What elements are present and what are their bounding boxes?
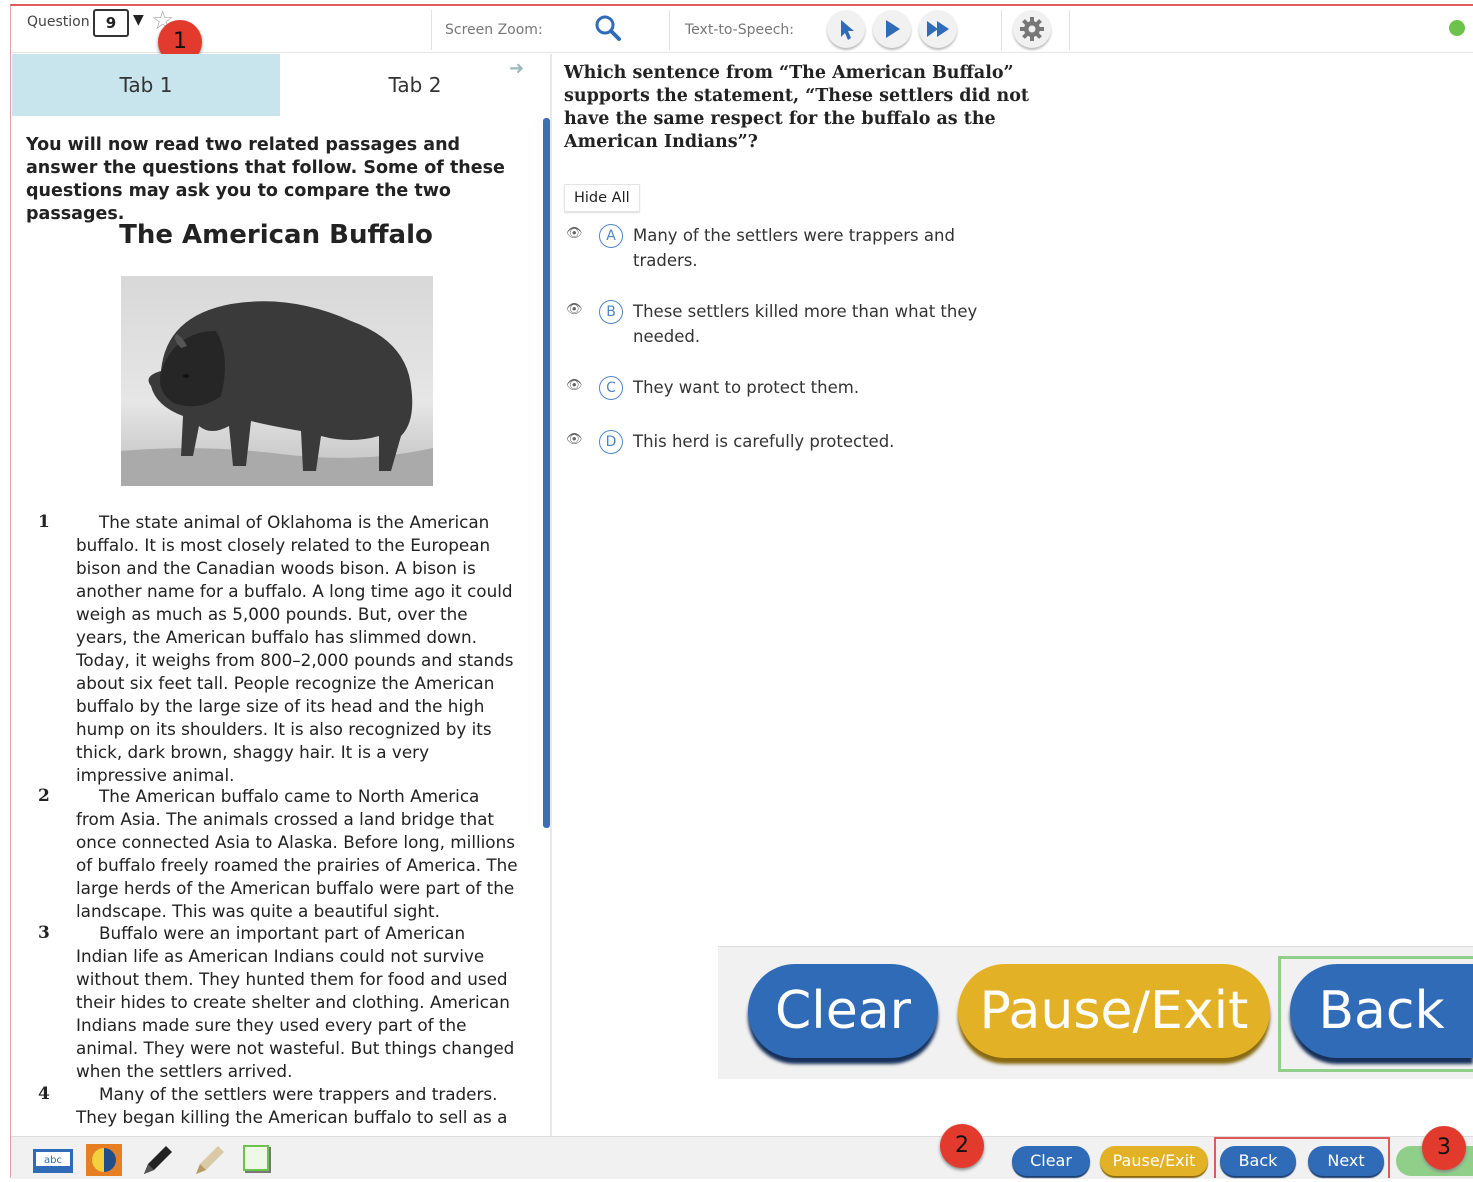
paragraph-line: thick, dark brown, shaggy hair. It is a … <box>76 742 430 762</box>
option-a-text[interactable]: traders. <box>633 248 1003 273</box>
paragraph-line: hump on its shoulders. It is also recogn… <box>76 719 492 739</box>
color-contrast-icon[interactable] <box>84 1142 124 1176</box>
pane-divider[interactable] <box>550 54 552 1136</box>
callout-marker-3: 3 <box>1422 1126 1466 1170</box>
clear-button[interactable]: Clear <box>1012 1146 1090 1176</box>
option-a-text[interactable]: Many of the settlers were trappers and <box>633 223 1003 248</box>
pencil-icon[interactable] <box>136 1142 176 1176</box>
pause-exit-button[interactable]: Pause/Exit <box>1100 1146 1208 1176</box>
option-d-text[interactable]: This herd is carefully protected. <box>633 429 1003 454</box>
tts-pointer-icon[interactable] <box>827 10 865 48</box>
gear-icon[interactable] <box>1013 10 1051 48</box>
tab-1[interactable]: Tab 1 <box>12 54 280 116</box>
option-b-text[interactable]: needed. <box>633 324 1003 349</box>
paragraph-line: Today, it weighs from 800–2,000 pounds a… <box>76 650 514 670</box>
paragraph-line: once connected Asia to Alaska. Before lo… <box>76 832 515 852</box>
paragraph-number: 1 <box>38 512 50 532</box>
search-icon[interactable] <box>589 9 627 47</box>
paragraph-line: their hides to create shelter and clothi… <box>76 992 510 1012</box>
text-to-speech-label: Text-to-Speech: <box>685 22 795 38</box>
paragraph-line: buffalo by the large size of its head an… <box>76 696 485 716</box>
svg-text:abc: abc <box>44 1155 62 1166</box>
buffalo-image <box>121 276 433 486</box>
question-stem: Which sentence from “The American Buffal… <box>564 63 1029 152</box>
option-b-radio[interactable]: B <box>599 300 623 324</box>
paragraph-line: from Asia. The animals crossed a land br… <box>76 809 494 829</box>
paragraph-number: 3 <box>38 923 50 943</box>
question-label: Question <box>27 14 90 30</box>
paragraph-line: of buffalo freely roamed the prairies of… <box>76 855 518 875</box>
paragraph-line: animal. They were not wasteful. But thin… <box>76 1038 515 1058</box>
option-b-text[interactable]: These settlers killed more than what the… <box>633 299 1003 324</box>
option-c-radio[interactable]: C <box>599 376 623 400</box>
eye-icon[interactable]: 👁 <box>566 432 583 447</box>
hide-all-button[interactable]: Hide All <box>564 184 640 212</box>
pause-exit-button-zoom[interactable]: Pause/Exit <box>958 964 1270 1058</box>
question-dropdown-arrow[interactable]: ▼ <box>133 12 144 28</box>
play-icon[interactable] <box>873 10 911 48</box>
paragraph-line: when the settlers arrived. <box>76 1061 293 1081</box>
option-c-text[interactable]: They want to protect them. <box>633 375 1003 400</box>
paragraph-line: Many of the settlers were trappers and t… <box>99 1084 498 1104</box>
highlight-outline <box>1278 956 1473 1072</box>
passage-title: The American Buffalo <box>119 220 433 250</box>
divider <box>431 10 432 50</box>
passage-scrollbar[interactable] <box>543 118 550 828</box>
divider <box>669 10 670 50</box>
paragraph-line: years, the American buffalo has slimmed … <box>76 627 477 647</box>
paragraph-line: weigh as much as 5,000 pounds. But, over… <box>76 604 468 624</box>
paragraph-line: landscape. This was quite a beautiful si… <box>76 901 440 921</box>
screen-zoom-label: Screen Zoom: <box>445 22 543 38</box>
clear-button-zoom[interactable]: Clear <box>748 964 938 1058</box>
paragraph-line: impressive animal. <box>76 765 235 785</box>
question-number-box[interactable]: 9 <box>93 9 129 37</box>
eye-icon[interactable]: 👁 <box>566 378 583 393</box>
callout-marker-2: 2 <box>940 1124 984 1168</box>
eye-icon[interactable]: 👁 <box>566 302 583 317</box>
option-a-radio[interactable]: A <box>599 224 623 248</box>
abc-tool-icon[interactable]: abc <box>32 1142 73 1176</box>
paragraph-line: Indian life as American Indians could no… <box>76 946 485 966</box>
eye-icon[interactable]: 👁 <box>566 226 583 241</box>
paragraph-line: bison and the Canadian woods bison. A bi… <box>76 558 476 578</box>
top-toolbar: Question 9 ▼ ☆ Screen Zoom: Text-to-Spee… <box>11 6 1473 53</box>
paragraph-number: 4 <box>38 1084 50 1104</box>
paragraph-line: without them. They hunted them for food … <box>76 969 508 989</box>
option-d-radio[interactable]: D <box>599 430 623 454</box>
status-dot-icon <box>1449 20 1465 36</box>
highlighter-icon[interactable] <box>188 1142 228 1176</box>
paragraph-line: The American buffalo came to North Ameri… <box>99 786 480 806</box>
paragraph-line: Buffalo were an important part of Americ… <box>99 923 466 943</box>
paragraph-line: They began killing the American buffalo … <box>76 1107 508 1127</box>
paragraph-line: about six feet tall. People recognize th… <box>76 673 495 693</box>
fast-forward-icon[interactable] <box>919 10 957 48</box>
paragraph-line: The state animal of Oklahoma is the Amer… <box>99 512 490 532</box>
paragraph-line: another name for a buffalo. A long time … <box>76 581 513 601</box>
paragraph-line: buffalo. It is most closely related to t… <box>76 535 491 555</box>
highlight-outline-red <box>1214 1137 1390 1178</box>
passage-intro: You will now read two related passages a… <box>26 135 505 224</box>
paragraph-number: 2 <box>38 786 50 806</box>
paragraph-line: Indians made sure they used every part o… <box>76 1015 467 1035</box>
divider <box>1069 10 1070 50</box>
divider <box>1001 10 1002 50</box>
paragraph-line: large herds of the American buffalo were… <box>76 878 515 898</box>
notepad-icon[interactable] <box>240 1142 280 1176</box>
expand-arrow-icon[interactable]: ➜ <box>509 58 524 79</box>
